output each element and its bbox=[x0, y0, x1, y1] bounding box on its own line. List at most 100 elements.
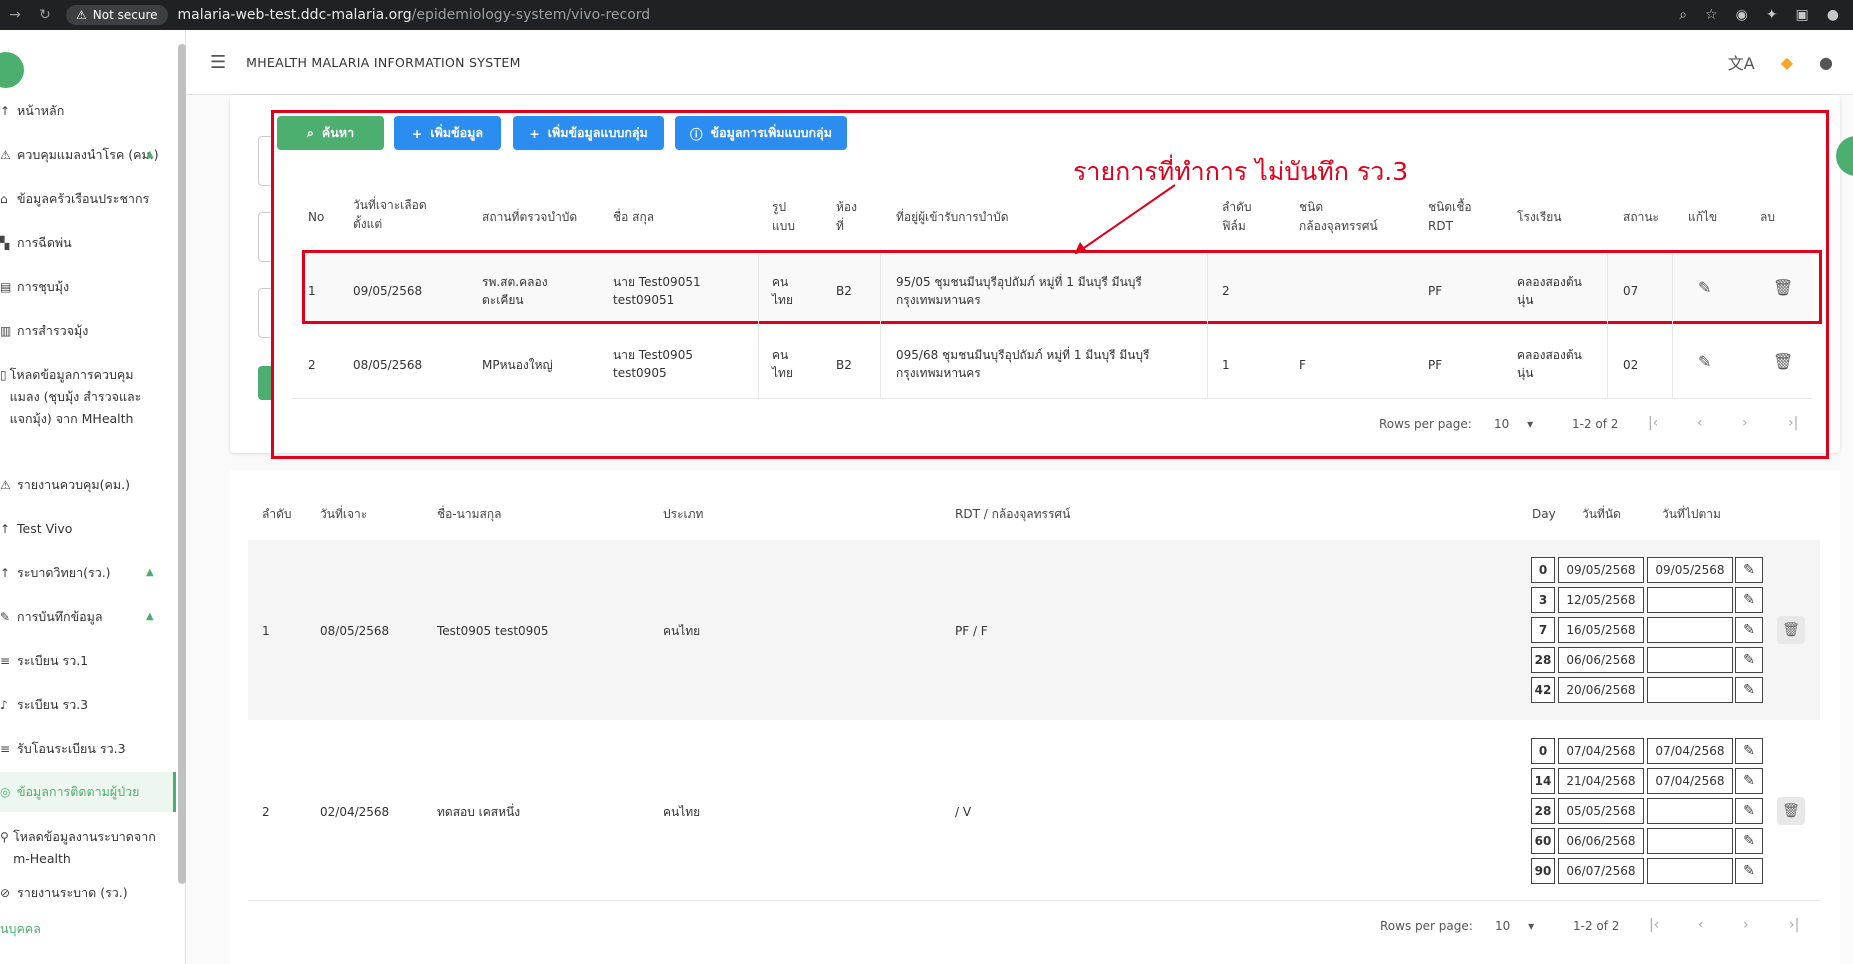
edit-pencil-icon[interactable]: ✎ bbox=[1735, 647, 1763, 673]
next-page-icon[interactable]: › bbox=[1742, 415, 1748, 431]
followup-date[interactable] bbox=[1647, 587, 1733, 613]
sidebar-item-households[interactable]: ⌂ ข้อมูลครัวเรือนประชากร bbox=[0, 188, 176, 210]
delete-trash-icon[interactable]: 🗑 bbox=[1773, 278, 1793, 297]
first-page-icon[interactable]: |‹ bbox=[1648, 415, 1658, 431]
cell: 07 bbox=[1623, 284, 1639, 298]
cell: รพ.สต.คลอง ตะเคียน bbox=[482, 275, 548, 307]
cell: 1 bbox=[1222, 358, 1230, 372]
sidebar-item-epidemiology[interactable]: ↑ ระบาดวิทยา(รว.) ▲ bbox=[0, 562, 176, 584]
next-page-icon[interactable]: › bbox=[1743, 917, 1749, 933]
followup-date[interactable] bbox=[1647, 677, 1733, 703]
arrow-icon: ↑ bbox=[0, 522, 11, 536]
rows-per-page-select[interactable]: 10 ▾ bbox=[1495, 919, 1534, 933]
sidebar-item-epi-report[interactable]: ⊘ รายงานระบาด (รว.) bbox=[0, 882, 176, 904]
sidebar-item-transfer-record[interactable]: ≡ รับโอนระเบียน รว.3 bbox=[0, 738, 176, 760]
sidebar-item-spraying[interactable]: ▚ การฉีดพ่น bbox=[0, 232, 176, 254]
edit-pencil-icon[interactable]: ✎ bbox=[1735, 557, 1763, 583]
followup-date[interactable] bbox=[1647, 858, 1733, 884]
sidebar-item-load-epidemic[interactable]: ⚲ โหลดข้อมูลงานระบาดจาก m-Health bbox=[0, 826, 160, 870]
followup-date[interactable]: 09/05/2568 bbox=[1647, 557, 1733, 583]
user-icon[interactable]: ● bbox=[1819, 53, 1833, 72]
sidebar-item-control-report[interactable]: ⚠ รายงานควบคุม(คม.) bbox=[0, 474, 176, 496]
followup-day: 0 bbox=[1531, 557, 1555, 583]
sidebar-item-home[interactable]: ↑ หน้าหลัก bbox=[0, 100, 176, 122]
survey-icon: ▥ bbox=[0, 324, 12, 338]
extension-icon[interactable]: ✦ bbox=[1766, 7, 1778, 23]
sidebar-scrollbar[interactable] bbox=[178, 44, 186, 884]
security-indicator[interactable]: ⚠ Not secure bbox=[66, 5, 168, 25]
last-page-icon[interactable]: ›| bbox=[1788, 415, 1798, 431]
sidebar-item-record-3[interactable]: ♪ ระเบียน รว.3 bbox=[0, 694, 176, 716]
badge-icon[interactable]: ◆ bbox=[1781, 53, 1793, 72]
sidebar-item-patient-followup[interactable]: ◎ ข้อมูลการติดตามผู้ป่วย bbox=[0, 772, 176, 812]
list-icon: ≡ bbox=[0, 742, 11, 756]
arrow-icon: ↑ bbox=[0, 566, 11, 580]
forward-icon[interactable]: → bbox=[0, 7, 30, 23]
sidebar-item-net-survey[interactable]: ▥ การสำรวจมุ้ง bbox=[0, 320, 176, 342]
puzzle-icon[interactable]: ▣ bbox=[1796, 7, 1809, 23]
sidebar-item-test-vivo[interactable]: ↑ Test Vivo bbox=[0, 518, 176, 540]
prev-page-icon[interactable]: ‹ bbox=[1697, 415, 1703, 431]
edit-pencil-icon[interactable]: ✎ bbox=[1735, 587, 1763, 613]
edit-pencil-icon[interactable]: ✎ bbox=[1735, 798, 1763, 824]
col-header: ประเภท bbox=[663, 507, 704, 521]
warning-icon: ⚠ bbox=[76, 8, 87, 22]
bookmark-star-icon[interactable]: ☆ bbox=[1705, 7, 1718, 23]
chevron-up-icon: ▲ bbox=[146, 611, 154, 622]
edit-pencil-icon[interactable]: ✎ bbox=[1698, 278, 1711, 297]
sidebar-item-data-entry[interactable]: ✎ การบันทึกข้อมูล ▲ bbox=[0, 606, 176, 628]
first-page-icon[interactable]: |‹ bbox=[1649, 917, 1659, 933]
delete-trash-icon[interactable]: 🗑 bbox=[1777, 797, 1805, 825]
sidebar-item-load-mhealth[interactable]: ▯ โหลดข้อมูลการควบคุมแมลง (ชุบมุ้ง สำรวจแ… bbox=[0, 364, 160, 430]
followup-date[interactable] bbox=[1647, 647, 1733, 673]
delete-trash-icon[interactable]: 🗑 bbox=[1777, 616, 1805, 644]
cell: 2 bbox=[308, 358, 316, 372]
cell: 08/05/2568 bbox=[320, 624, 390, 638]
col-header: แก้ไข bbox=[1688, 210, 1718, 224]
collapsed-button[interactable] bbox=[258, 366, 272, 400]
followup-date[interactable] bbox=[1647, 617, 1733, 643]
collapsed-field[interactable] bbox=[258, 212, 272, 262]
edit-pencil-icon[interactable]: ✎ bbox=[1735, 617, 1763, 643]
followup-date[interactable]: 07/04/2568 bbox=[1647, 738, 1733, 764]
col-header: ลบ bbox=[1760, 210, 1775, 224]
spray-icon: ▚ bbox=[0, 236, 10, 250]
col-header: วันที่ไปตาม bbox=[1662, 507, 1721, 521]
prev-page-icon[interactable]: ‹ bbox=[1698, 917, 1704, 933]
followup-date[interactable] bbox=[1647, 798, 1733, 824]
col-header: วันที่เจาะเลือด ตั้งแต่ bbox=[353, 198, 427, 231]
chevron-up-icon: ▲ bbox=[146, 567, 154, 578]
followup-date[interactable] bbox=[1647, 828, 1733, 854]
collapsed-field[interactable] bbox=[258, 288, 272, 338]
camera-extension-icon[interactable]: ◉ bbox=[1736, 7, 1748, 23]
home-icon: ⌂ bbox=[0, 192, 8, 206]
sidebar-item-personal[interactable]: นบุคคล bbox=[0, 918, 176, 940]
delete-trash-icon[interactable]: 🗑 bbox=[1773, 352, 1793, 371]
edit-pencil-icon[interactable]: ✎ bbox=[1735, 828, 1763, 854]
edit-pencil-icon[interactable]: ✎ bbox=[1698, 352, 1711, 371]
sidebar-item-net-dipping[interactable]: ▤ การชุบมุ้ง bbox=[0, 276, 176, 298]
appointment-date: 09/05/2568 bbox=[1558, 557, 1644, 583]
profile-icon[interactable]: ● bbox=[1827, 7, 1839, 23]
zoom-icon[interactable]: ⌕ bbox=[1679, 7, 1687, 23]
edit-pencil-icon[interactable]: ✎ bbox=[1735, 738, 1763, 764]
edit-pencil-icon[interactable]: ✎ bbox=[1735, 677, 1763, 703]
person-walk-icon: ⚲ bbox=[0, 830, 9, 844]
appointment-date: 06/06/2568 bbox=[1558, 828, 1644, 854]
rows-per-page-select[interactable]: 10 ▾ bbox=[1494, 417, 1533, 431]
followup-day: 60 bbox=[1531, 828, 1555, 854]
sidebar-item-vector-control[interactable]: ⚠ ควบคุมแมลงนำโรค (คม.) ▲ bbox=[0, 144, 176, 166]
hamburger-menu-icon[interactable]: ☰ bbox=[210, 52, 226, 73]
collapsed-field[interactable] bbox=[258, 136, 272, 186]
followup-date[interactable]: 07/04/2568 bbox=[1647, 768, 1733, 794]
col-header: ชื่อ-นามสกุล bbox=[437, 507, 502, 521]
sidebar-item-record-1[interactable]: ≡ ระเบียน รว.1 bbox=[0, 650, 176, 672]
translate-icon[interactable]: 文A bbox=[1728, 50, 1755, 74]
address-bar[interactable]: malaria-web-test.ddc-malaria.org/epidemi… bbox=[178, 7, 651, 23]
edit-pencil-icon[interactable]: ✎ bbox=[1735, 768, 1763, 794]
appointment-date: 12/05/2568 bbox=[1558, 587, 1644, 613]
reload-icon[interactable]: ↻ bbox=[30, 7, 60, 23]
appointment-date: 07/04/2568 bbox=[1558, 738, 1644, 764]
last-page-icon[interactable]: ›| bbox=[1789, 917, 1799, 933]
edit-pencil-icon[interactable]: ✎ bbox=[1735, 858, 1763, 884]
